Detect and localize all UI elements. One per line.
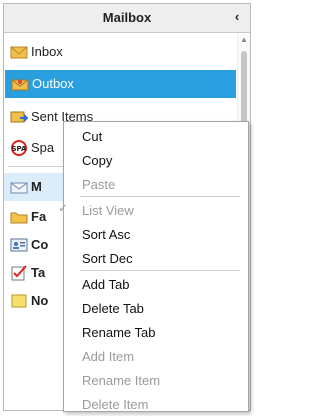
menu-item-label: Add Tab xyxy=(82,277,130,292)
menu-item-label: Delete Item xyxy=(82,397,149,412)
svg-text:SPA: SPA xyxy=(12,145,28,153)
menu-item-rename-tab[interactable]: Rename Tab xyxy=(64,320,248,344)
notes-icon xyxy=(11,294,27,308)
menu-item-delete-tab[interactable]: Delete Tab xyxy=(64,296,248,320)
menu-item-sort-asc[interactable]: Sort Asc xyxy=(64,222,248,246)
menu-item-cut[interactable]: Cut xyxy=(64,124,248,148)
context-menu: Cut Copy Paste ✓ List View Sort Asc Sort… xyxy=(58,121,249,412)
panel-header: Mailbox ‹ xyxy=(4,4,250,33)
menu-item-label: Copy xyxy=(82,153,113,168)
menu-item-label: Add Item xyxy=(82,349,135,364)
menu-item-copy[interactable]: Copy xyxy=(64,148,248,172)
folder-label: Co xyxy=(31,237,49,252)
folder-label: Outbox xyxy=(32,76,74,91)
panel-title: Mailbox xyxy=(102,10,152,25)
folder-item-outbox[interactable]: Outbox xyxy=(5,70,236,98)
menu-item-label: Cut xyxy=(82,129,103,144)
menu-separator xyxy=(80,270,240,271)
folder-label: No xyxy=(31,293,49,308)
menu-item-sort-dec[interactable]: Sort Dec xyxy=(64,246,248,270)
folder-label: Inbox xyxy=(31,44,63,59)
outbox-icon xyxy=(11,79,29,91)
menu-item-label: List View xyxy=(82,203,134,218)
menu-item-label: Delete Tab xyxy=(82,301,144,316)
menu-item-add-item[interactable]: Add Item xyxy=(64,344,248,368)
folder-label: Spa xyxy=(31,140,55,155)
menu-separator xyxy=(80,196,240,197)
menu-item-label: Sort Asc xyxy=(82,227,131,242)
folder-item-inbox[interactable]: Inbox xyxy=(4,38,237,66)
chevron-left-icon[interactable]: ‹ xyxy=(230,9,244,25)
menu-item-paste[interactable]: Paste xyxy=(64,172,248,196)
menu-item-add-tab[interactable]: Add Tab xyxy=(64,272,248,296)
folder-label: Ta xyxy=(31,265,46,280)
scroll-thumb[interactable] xyxy=(241,51,247,125)
contacts-icon xyxy=(10,238,28,252)
menu-item-rename-item[interactable]: Rename Item xyxy=(64,368,248,392)
menu-item-label: Rename Item xyxy=(82,373,161,388)
tasks-icon xyxy=(11,265,27,281)
menu-item-label: Rename Tab xyxy=(82,325,156,340)
menu-item-label: Sort Dec xyxy=(82,251,133,266)
folder-label: M xyxy=(31,179,42,194)
checkmark-icon: ✓ xyxy=(58,201,69,215)
folder-icon xyxy=(10,212,28,224)
mail-tab-icon xyxy=(10,182,28,194)
menu-item-list-view[interactable]: ✓ List View xyxy=(58,198,248,222)
envelope-icon xyxy=(10,46,28,59)
spam-icon: SPA xyxy=(11,140,28,156)
scroll-up-arrow-icon[interactable]: ▲ xyxy=(240,36,248,44)
folder-label: Fa xyxy=(31,209,47,224)
sent-items-icon xyxy=(10,111,28,123)
menu-item-delete-item[interactable]: Delete Item xyxy=(64,392,248,416)
menu-item-label: Paste xyxy=(82,177,116,192)
